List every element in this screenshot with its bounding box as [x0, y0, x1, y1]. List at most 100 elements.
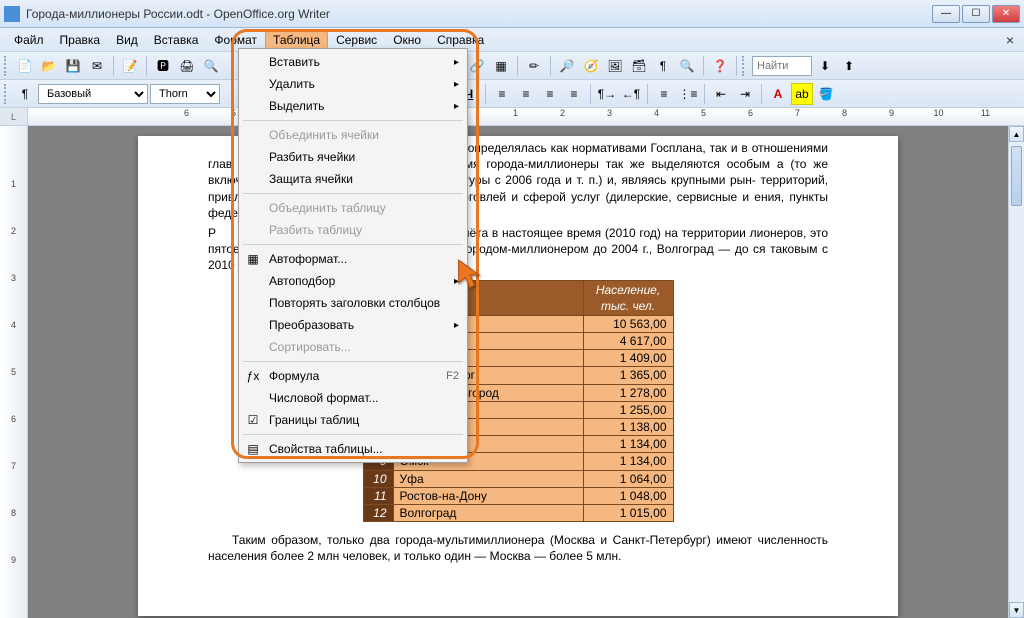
population: 1 064,00 — [583, 470, 673, 487]
menu-item-выделить[interactable]: Выделить▸ — [241, 95, 465, 117]
population: 1 134,00 — [583, 453, 673, 470]
pdf-icon[interactable]: 🅿 — [152, 55, 174, 77]
menu-format[interactable]: Формат — [206, 31, 265, 49]
ltr-icon[interactable]: ¶→ — [596, 83, 618, 105]
new-icon[interactable]: 📄 — [14, 55, 36, 77]
maximize-button[interactable]: ☐ — [962, 5, 990, 23]
table-row[interactable]: 11Ростов-на-Дону1 048,00 — [363, 487, 673, 504]
hyperlink-icon[interactable]: 🔗 — [466, 55, 488, 77]
table-header: Население, тыс. чел. — [583, 280, 673, 315]
menu-icon: ▤ — [245, 441, 261, 457]
numbering-icon[interactable]: ≡ — [653, 83, 675, 105]
indent-increase-icon[interactable]: ⇥ — [734, 83, 756, 105]
paragraph-style-select[interactable]: Базовый — [38, 84, 148, 104]
menu-item-повторять-заголовки-столбцов[interactable]: Повторять заголовки столбцов — [241, 292, 465, 314]
table-row[interactable]: 10Уфа1 064,00 — [363, 470, 673, 487]
menu-item-свойства-таблицы-[interactable]: ▤Свойства таблицы... — [241, 438, 465, 460]
menu-item-вставить[interactable]: Вставить▸ — [241, 51, 465, 73]
font-name-select[interactable]: Thorn — [150, 84, 220, 104]
toolbar-handle-3[interactable] — [4, 84, 8, 104]
menu-item-объединить-таблицу: Объединить таблицу — [241, 197, 465, 219]
print-icon[interactable]: 🖨 — [176, 55, 198, 77]
menu-icon: ▦ — [245, 251, 261, 267]
styles-icon[interactable]: ¶ — [14, 83, 36, 105]
scroll-thumb[interactable] — [1011, 146, 1022, 206]
city-name: Уфа — [393, 470, 583, 487]
menu-item-автоформат-[interactable]: ▦Автоформат... — [241, 248, 465, 270]
menu-item-числовой-формат-[interactable]: Числовой формат... — [241, 387, 465, 409]
indent-decrease-icon[interactable]: ⇤ — [710, 83, 732, 105]
menu-edit[interactable]: Правка — [52, 31, 109, 49]
scroll-down-icon[interactable]: ▼ — [1009, 602, 1024, 618]
bgcolor-icon[interactable]: 🪣 — [815, 83, 837, 105]
nonprint-icon[interactable]: ¶ — [652, 55, 674, 77]
menu-item-преобразовать[interactable]: Преобразовать▸ — [241, 314, 465, 336]
menu-item-формула[interactable]: ƒxФормулаF2 — [241, 365, 465, 387]
toolbar-handle-2[interactable] — [742, 56, 746, 76]
population: 1 278,00 — [583, 384, 673, 401]
save-icon[interactable]: 💾 — [62, 55, 84, 77]
population: 10 563,00 — [583, 315, 673, 332]
table-icon[interactable]: ▦ — [490, 55, 512, 77]
align-left-icon[interactable]: ≡ — [491, 83, 513, 105]
rtl-icon[interactable]: ←¶ — [620, 83, 642, 105]
zoom-icon[interactable]: 🔍 — [676, 55, 698, 77]
help-icon[interactable]: ❓ — [709, 55, 731, 77]
bullets-icon[interactable]: ⋮≡ — [677, 83, 699, 105]
find-input[interactable] — [752, 56, 812, 76]
close-button[interactable]: ✕ — [992, 5, 1020, 23]
population: 1 015,00 — [583, 504, 673, 521]
menu-window[interactable]: Окно — [385, 31, 429, 49]
vertical-ruler[interactable]: 123456789 — [0, 126, 28, 618]
body-paragraph: Таким образом, только два города-мультим… — [208, 532, 828, 564]
menu-item-объединить-ячейки: Объединить ячейки — [241, 124, 465, 146]
ruler-h-scale[interactable]: 6543211234567891011121314 — [28, 108, 1024, 125]
population: 1 255,00 — [583, 401, 673, 418]
align-center-icon[interactable]: ≡ — [515, 83, 537, 105]
menu-item-границы-таблиц[interactable]: ☑Границы таблиц — [241, 409, 465, 431]
find-next-icon[interactable]: ⬇ — [814, 55, 836, 77]
menu-help[interactable]: Справка — [429, 31, 492, 49]
find-icon[interactable]: 🔎 — [556, 55, 578, 77]
edit-icon[interactable]: 📝 — [119, 55, 141, 77]
menu-file[interactable]: Файл — [6, 31, 52, 49]
align-justify-icon[interactable]: ≡ — [563, 83, 585, 105]
row-index: 12 — [363, 504, 393, 521]
datasource-icon[interactable]: 🗃 — [628, 55, 650, 77]
document-scroll[interactable]: ния определялась как нормативами Госплан… — [28, 126, 1024, 618]
menu-item-автоподбор[interactable]: Автоподбор▸ — [241, 270, 465, 292]
titlebar: Города-миллионеры России.odt - OpenOffic… — [0, 0, 1024, 28]
app-icon — [4, 6, 20, 22]
table-row[interactable]: 12Волгоград1 015,00 — [363, 504, 673, 521]
row-index: 10 — [363, 470, 393, 487]
menu-icon: ƒx — [245, 368, 261, 384]
open-icon[interactable]: 📂 — [38, 55, 60, 77]
draw-icon[interactable]: ✏ — [523, 55, 545, 77]
toolbar-handle[interactable] — [4, 56, 8, 76]
preview-icon[interactable]: 🔍 — [200, 55, 222, 77]
font-color-icon[interactable]: A — [767, 83, 789, 105]
menu-view[interactable]: Вид — [108, 31, 146, 49]
email-icon[interactable]: ✉ — [86, 55, 108, 77]
population: 1 138,00 — [583, 419, 673, 436]
menu-insert[interactable]: Вставка — [146, 31, 207, 49]
population: 1 365,00 — [583, 367, 673, 384]
scroll-up-icon[interactable]: ▲ — [1009, 126, 1024, 142]
vertical-scrollbar[interactable]: ▲ ▼ — [1008, 126, 1024, 618]
menu-tools[interactable]: Сервис — [328, 31, 385, 49]
menu-item-удалить[interactable]: Удалить▸ — [241, 73, 465, 95]
close-document-button[interactable]: × — [1002, 32, 1018, 48]
gallery-icon[interactable]: 🖼 — [604, 55, 626, 77]
minimize-button[interactable]: — — [932, 5, 960, 23]
population: 1 048,00 — [583, 487, 673, 504]
highlight-icon[interactable]: ab — [791, 83, 813, 105]
find-toolbar: ⬇ ⬆ — [752, 55, 860, 77]
menu-item-сортировать-: Сортировать... — [241, 336, 465, 358]
menu-table[interactable]: Таблица — [265, 31, 328, 49]
city-name: Ростов-на-Дону — [393, 487, 583, 504]
align-right-icon[interactable]: ≡ — [539, 83, 561, 105]
find-prev-icon[interactable]: ⬆ — [838, 55, 860, 77]
menu-item-защита-ячейки[interactable]: Защита ячейки — [241, 168, 465, 190]
menu-item-разбить-ячейки[interactable]: Разбить ячейки — [241, 146, 465, 168]
navigator-icon[interactable]: 🧭 — [580, 55, 602, 77]
